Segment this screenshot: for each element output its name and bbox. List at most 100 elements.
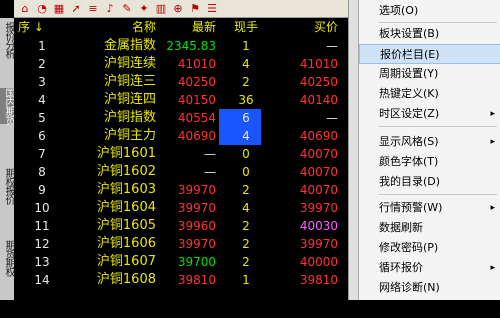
row-vol: 0 — [242, 147, 250, 161]
menu-item-13[interactable]: 循环报价 ▸ — [359, 258, 500, 278]
menu-item-label: 循环报价 — [379, 261, 423, 274]
table-row[interactable]: 11 沪铜1605 39960 2 40030 — [14, 217, 348, 235]
pen-icon[interactable]: ✎ — [120, 2, 134, 16]
toolbar: ⌂ ◔ ▦ ➚ ≡ ♪ ✎ ✦ ▥ ⊕ ⚑ ☰ — [14, 0, 348, 18]
menu-item-11[interactable]: 数据刷新 — [359, 218, 500, 238]
menu-item-label: 显示风格(S) — [379, 135, 439, 148]
header-price[interactable]: 最新 — [164, 18, 216, 36]
row-seq: 14 — [34, 273, 50, 287]
table-row[interactable]: 5 沪铜指数 40554 6 — — [14, 109, 348, 127]
list-icon[interactable]: ≡ — [86, 2, 100, 16]
table-row[interactable]: 12 沪铜1606 39970 2 39970 — [14, 235, 348, 253]
bar-icon[interactable]: ▥ — [154, 2, 168, 16]
menu-item-2[interactable]: 板块设置(B) — [359, 24, 500, 44]
menu-item-1[interactable]: 选项(O) — [359, 1, 500, 21]
table-row[interactable]: 9 沪铜1603 39970 2 40070 — [14, 181, 348, 199]
row-price: 41010 — [177, 57, 216, 71]
table-row[interactable]: 2 沪铜连续 41010 4 41010 — [14, 55, 348, 73]
table-row[interactable]: 8 沪铜1602 — 0 40070 — [14, 163, 348, 181]
row-name: 沪铜连三 — [103, 74, 156, 89]
row-seq: 4 — [38, 93, 46, 107]
context-menu: 选项(O) 板块设置(B) 报价栏目(E) 周期设置(Y) 热键定义(K) 时区设定(Z)… — [358, 0, 500, 314]
arrow-icon[interactable]: ➚ — [69, 2, 83, 16]
menu-separator — [379, 126, 497, 127]
row-name: 金属指数 — [103, 38, 156, 53]
row-price: 39700 — [177, 255, 216, 269]
flag-icon[interactable]: ⚑ — [188, 2, 202, 16]
menu-item-label: 锁屏(L) — [379, 301, 416, 314]
table-row[interactable]: 1 金属指数 2345.83 1 — — [14, 37, 348, 55]
table-row[interactable]: 7 沪铜1601 — 0 40070 — [14, 145, 348, 163]
row-vol: 2 — [242, 75, 250, 89]
zoom-icon[interactable]: ⊕ — [171, 2, 185, 16]
left-tab-1[interactable]: 报价分析 — [0, 22, 14, 58]
menu-item-label: 板块设置(B) — [379, 27, 440, 40]
row-name: 沪铜1604 — [96, 200, 156, 215]
row-seq: 11 — [34, 219, 50, 233]
row-seq: 3 — [38, 75, 46, 89]
menu-item-15[interactable]: 锁屏(L) — [359, 298, 500, 318]
row-bid: — — [326, 111, 338, 125]
header-bid[interactable]: 买价 — [276, 18, 338, 36]
row-name: 沪铜1605 — [96, 218, 156, 233]
menu-item-9[interactable]: 我的目录(D) — [359, 172, 500, 192]
left-tab-strip: 报价分析国内期货期权报价期货期权 — [0, 18, 15, 300]
row-seq: 13 — [34, 255, 50, 269]
row-price: 39970 — [177, 183, 216, 197]
menu-item-label: 选项(O) — [379, 4, 419, 17]
menu-item-14[interactable]: 网络诊断(N) — [359, 278, 500, 298]
bell-icon[interactable]: ♪ — [103, 2, 117, 16]
grid-icon[interactable]: ▦ — [52, 2, 66, 16]
menu-item-10[interactable]: 行情预警(W) ▸ — [359, 198, 500, 218]
row-vol: 2 — [242, 183, 250, 197]
row-seq: 1 — [38, 39, 46, 53]
table-row[interactable]: 13 沪铜1607 39700 2 40000 — [14, 253, 348, 271]
row-vol: 2 — [242, 219, 250, 233]
row-name: 沪铜1601 — [96, 146, 156, 161]
header-vol[interactable]: 现手 — [226, 18, 266, 36]
table-row[interactable]: 4 沪铜连四 40150 36 40140 — [14, 91, 348, 109]
row-vol: 36 — [238, 93, 254, 107]
row-bid: 40000 — [299, 255, 338, 269]
row-name: 沪铜主力 — [103, 128, 156, 143]
row-seq: 10 — [34, 201, 50, 215]
menu-item-4[interactable]: 周期设置(Y) — [359, 64, 500, 84]
row-bid: 39810 — [299, 273, 338, 287]
row-name: 沪铜连四 — [103, 92, 156, 107]
home-icon[interactable]: ⌂ — [18, 2, 32, 16]
submenu-arrow-icon: ▸ — [490, 263, 495, 273]
menu-item-7[interactable]: 显示风格(S) ▸ — [359, 132, 500, 152]
menu-item-3[interactable]: 报价栏目(E) — [359, 44, 500, 64]
row-price: 40250 — [177, 75, 216, 89]
menu-item-label: 数据刷新 — [379, 221, 423, 234]
left-tab-4[interactable]: 期货期权 — [0, 240, 14, 276]
row-price: 40690 — [177, 129, 216, 143]
table-row[interactable]: 6 沪铜主力 40690 4 40690 — [14, 127, 348, 145]
menu-item-8[interactable]: 颜色字体(T) — [359, 152, 500, 172]
row-bid: 41010 — [299, 57, 338, 71]
left-tab-2[interactable]: 国内期货 — [0, 88, 14, 124]
header-name[interactable]: 名称 — [84, 18, 156, 36]
table-row[interactable]: 14 沪铜1608 39810 1 39810 — [14, 271, 348, 289]
table-row[interactable]: 10 沪铜1604 39970 4 39970 — [14, 199, 348, 217]
row-vol: 4 — [242, 129, 250, 143]
row-seq: 12 — [34, 237, 50, 251]
row-vol: 2 — [242, 255, 250, 269]
left-tab-3[interactable]: 期权报价 — [0, 168, 14, 204]
menu-separator — [379, 22, 497, 23]
menu-item-6[interactable]: 时区设定(Z) ▸ — [359, 104, 500, 124]
row-price: 2345.83 — [166, 39, 216, 53]
row-vol: 2 — [242, 237, 250, 251]
row-name: 沪铜1606 — [96, 236, 156, 251]
row-seq: 6 — [38, 129, 46, 143]
table-row[interactable]: 3 沪铜连三 40250 2 40250 — [14, 73, 348, 91]
star-icon[interactable]: ✦ — [137, 2, 151, 16]
menu-item-12[interactable]: 修改密码(P) — [359, 238, 500, 258]
menu-icon[interactable]: ☰ — [205, 2, 219, 16]
menu-item-label: 修改密码(P) — [379, 241, 439, 254]
chart-icon[interactable]: ◔ — [35, 2, 49, 16]
menu-item-5[interactable]: 热键定义(K) — [359, 84, 500, 104]
header-seq[interactable]: 序 ↓ — [18, 18, 48, 36]
row-bid: 40070 — [299, 147, 338, 161]
menu-item-label: 网络诊断(N) — [379, 281, 440, 294]
